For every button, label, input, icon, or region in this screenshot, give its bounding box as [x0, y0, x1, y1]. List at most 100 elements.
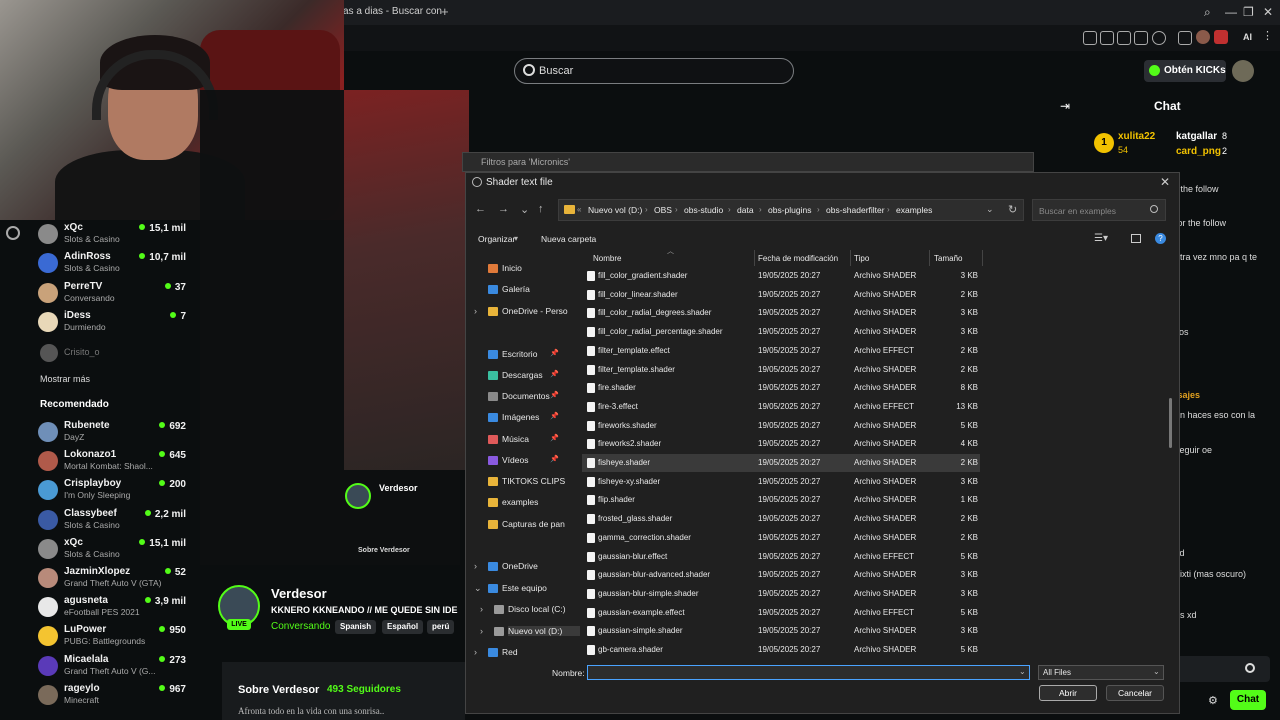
new-tab-button[interactable]: + [441, 4, 449, 19]
sidebar-channel[interactable]: Lokonazo1 Mortal Kombat: Shaol... 645 [38, 447, 190, 475]
search-input[interactable]: Buscar [514, 58, 794, 84]
up-arrow-icon[interactable]: ↑ [538, 203, 544, 215]
cancel-button[interactable]: Cancelar [1106, 685, 1164, 701]
chevron-icon[interactable]: › [474, 306, 477, 316]
file-row[interactable]: gb-camera.shader 19/05/2025 20:27 Archivo … [582, 641, 980, 659]
column-divider[interactable] [850, 250, 851, 266]
nav-item[interactable]: Descargas [502, 370, 574, 380]
file-row[interactable]: gaussian-simple.shader 19/05/2025 20:27 Ar… [582, 622, 980, 640]
forward-arrow-icon[interactable]: → [498, 203, 509, 215]
breadcrumb-item[interactable]: examples [896, 205, 932, 215]
chevron-icon[interactable]: › [480, 626, 483, 636]
scrollbar[interactable] [1169, 398, 1172, 448]
file-row[interactable]: gamma_correction.shader 19/05/2025 20:27 A… [582, 529, 980, 547]
stream-tag[interactable]: Español [382, 620, 424, 634]
get-kicks-button[interactable]: Obtén KICKs [1144, 60, 1226, 82]
nav-item[interactable]: OneDrive [502, 561, 574, 571]
filename-input[interactable] [587, 665, 1030, 680]
column-header-type[interactable]: Tipo [854, 254, 869, 263]
sidebar-channel[interactable]: rageylo Minecraft 967 [38, 681, 190, 709]
file-row[interactable]: fire-3.effect 19/05/2025 20:27 Archivo EFF… [582, 398, 980, 416]
restore-icon[interactable]: ❐ [1243, 5, 1254, 19]
stream-tag[interactable]: perú [427, 620, 455, 634]
view-options-icon[interactable]: ☰▾ [1094, 233, 1108, 244]
breadcrumb-item[interactable]: Nuevo vol (D:) [588, 205, 642, 215]
extension-icon[interactable] [1134, 31, 1148, 45]
sidebar-channel[interactable]: xQc Slots & Casino 15,1 mil [38, 535, 190, 563]
minimize-icon[interactable]: — [1225, 5, 1237, 19]
chat-settings-icon[interactable]: ⚙ [1208, 694, 1218, 707]
file-row[interactable]: fill_color_radial_percentage.shader 19/05… [582, 323, 980, 341]
chevron-icon[interactable]: › [474, 647, 477, 657]
organize-menu[interactable]: Organizar [478, 234, 515, 244]
breadcrumb-overflow[interactable]: « [577, 205, 581, 214]
breadcrumb-item[interactable]: OBS [654, 205, 672, 215]
file-row[interactable]: filter_template.effect 19/05/2025 20:27 Ar… [582, 342, 980, 360]
offline-channel[interactable]: Crisito_o [64, 347, 100, 357]
nav-item[interactable]: examples [502, 497, 574, 507]
extensions-puzzle-icon[interactable] [1178, 31, 1192, 45]
chevron-down-icon[interactable]: ⌄ [986, 204, 994, 215]
extension-icon[interactable] [1083, 31, 1097, 45]
ai-button[interactable]: AI [1243, 32, 1252, 42]
breadcrumb-item[interactable]: obs-studio [684, 205, 723, 215]
file-row[interactable]: fisheye-xy.shader 19/05/2025 20:27 Archivo… [582, 473, 980, 491]
nav-item[interactable]: Música [502, 434, 574, 444]
chevron-down-icon[interactable]: ⌄ [1019, 667, 1026, 676]
refresh-icon[interactable]: ↻ [1008, 203, 1017, 216]
file-row[interactable]: gaussian-example.effect 19/05/2025 20:27 A… [582, 604, 980, 622]
extension-icon[interactable] [1117, 31, 1131, 45]
file-row[interactable]: fireworks.shader 19/05/2025 20:27 Archivo … [582, 417, 980, 435]
sidebar-channel[interactable]: AdinRoss Slots & Casino 10,7 mil [38, 249, 190, 277]
collapse-chat-icon[interactable]: ⇥ [1060, 99, 1070, 113]
file-row[interactable]: gaussian-blur-advanced.shader 19/05/2025 … [582, 566, 980, 584]
sidebar-channel[interactable]: Classybeef Slots & Casino 2,2 mil [38, 506, 190, 534]
nav-item[interactable]: OneDrive - Perso [502, 306, 574, 316]
sidebar-channel[interactable]: Rubenete DayZ 692 [38, 418, 190, 446]
sidebar-channel[interactable]: PerreTV Conversando 37 [38, 279, 190, 307]
open-button[interactable]: Abrir [1039, 685, 1097, 701]
column-header-size[interactable]: Tamaño [934, 254, 962, 263]
heart-icon[interactable] [1152, 31, 1166, 45]
nav-item[interactable]: Galería [502, 284, 574, 294]
file-row[interactable]: fire.shader 19/05/2025 20:27 Archivo SHADE… [582, 379, 980, 397]
file-row[interactable]: fill_color_linear.shader 19/05/2025 20:27… [582, 286, 980, 304]
nav-item[interactable]: TIKTOKS CLIPS [502, 476, 574, 486]
profile-avatar[interactable] [1196, 30, 1210, 44]
chevron-icon[interactable]: › [480, 604, 483, 614]
breadcrumb-item[interactable]: obs-plugins [768, 205, 811, 215]
sidebar-channel[interactable]: LuPower PUBG: Battlegrounds 950 [38, 622, 190, 650]
stream-category[interactable]: Conversando [271, 621, 330, 632]
sidebar-channel[interactable]: agusneta eFootball PES 2021 3,9 mil [38, 593, 190, 621]
file-row[interactable]: flip.shader 19/05/2025 20:27 Archivo SHADE… [582, 491, 980, 509]
extension-icon[interactable] [1214, 30, 1228, 44]
nav-item[interactable]: Red [502, 647, 574, 657]
chevron-icon[interactable]: ⌄ [474, 583, 482, 594]
sidebar-channel[interactable]: JazminXlopez Grand Theft Auto V (GTA) 52 [38, 564, 190, 592]
sidebar-channel[interactable]: xQc Slots & Casino 15,1 mil [38, 220, 190, 248]
emoji-icon[interactable] [1245, 663, 1255, 673]
nav-item[interactable]: Documentos [502, 391, 574, 401]
show-more-link[interactable]: Mostrar más [40, 374, 90, 384]
file-row[interactable]: filter_template.shader 19/05/2025 20:27 Ar… [582, 361, 980, 379]
file-row[interactable]: fill_color_gradient.shader 19/05/2025 20:… [582, 267, 980, 285]
streamer-name[interactable]: Verdesor [271, 586, 327, 601]
nav-item[interactable]: Vídeos [502, 455, 574, 465]
sidebar-channel[interactable]: Micaelala Grand Theft Auto V (G... 273 [38, 652, 190, 680]
user-avatar[interactable] [1232, 60, 1254, 82]
nav-item[interactable]: Imágenes [502, 412, 574, 422]
sidebar-channel[interactable]: Crisplayboy I'm Only Sleeping 200 [38, 476, 190, 504]
nav-item[interactable]: Inicio [502, 263, 574, 273]
column-divider[interactable] [754, 250, 755, 266]
gifter-name[interactable]: katgallar [1176, 131, 1217, 142]
help-icon[interactable]: ? [1155, 233, 1166, 244]
file-row[interactable]: fisheye.shader 19/05/2025 20:27 Archivo SH… [582, 454, 980, 472]
top-gifter-name[interactable]: xulita22 [1118, 131, 1155, 142]
file-row[interactable]: fill_color_radial_degrees.shader 19/05/20… [582, 304, 980, 322]
menu-icon[interactable]: ⋮ [1262, 29, 1273, 42]
file-row[interactable]: gaussian-blur.effect 19/05/2025 20:27 Arch… [582, 548, 980, 566]
close-icon[interactable]: ✕ [1160, 175, 1170, 189]
extension-icon[interactable] [1100, 31, 1114, 45]
folder-search-input[interactable]: Buscar en examples [1032, 199, 1166, 221]
gifter-name[interactable]: card_png [1176, 146, 1221, 157]
